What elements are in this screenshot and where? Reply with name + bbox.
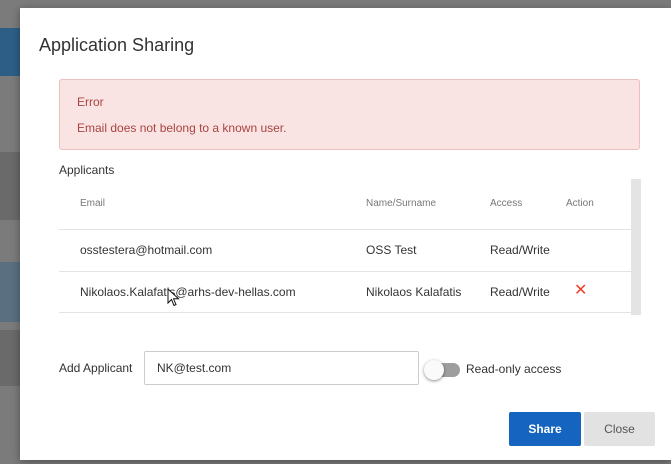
share-button[interactable]: Share [509,412,581,446]
backdrop-top [0,0,671,8]
backdrop-strip [0,262,20,322]
applicant-access: Read/Write [490,243,550,257]
backdrop-strip [0,152,20,220]
alert-message: Email does not belong to a known user. [77,121,287,135]
applicant-name: OSS Test [366,243,417,257]
backdrop-strip [0,330,20,386]
add-applicant-input[interactable] [144,351,419,385]
applicant-email: Nikolaos.Kalafatis@arhs-dev-hellas.com [80,285,296,299]
error-alert: Error Email does not belong to a known u… [59,79,640,150]
applicants-table-body: Email Name/Surname Access Action osstest… [59,179,631,315]
table-scrollbar[interactable] [631,179,641,315]
alert-title: Error [77,95,104,109]
readonly-toggle[interactable] [424,360,460,380]
mouse-pointer-icon [167,288,180,307]
sharing-dialog: Application Sharing Error Email does not… [20,8,671,460]
applicant-email: osstestera@hotmail.com [80,243,213,257]
table-row: Nikolaos.Kalafatis@arhs-dev-hellas.com N… [59,271,631,313]
column-header-email: Email [80,198,106,209]
toggle-knob [424,360,444,380]
applicants-table: Email Name/Surname Access Action osstest… [59,179,641,315]
applicant-access: Read/Write [490,285,550,299]
column-header-access: Access [490,198,523,209]
backdrop-strip [0,28,20,76]
column-header-action: Action [566,198,594,209]
applicants-label: Applicants [59,163,115,177]
readonly-toggle-label: Read-only access [466,362,562,376]
add-applicant-label: Add Applicant [59,361,133,375]
dialog-title: Application Sharing [39,35,195,55]
close-button[interactable]: Close [584,412,655,446]
table-row: osstestera@hotmail.com OSS Test Read/Wri… [59,229,631,271]
applicant-name: Nikolaos Kalafatis [366,285,462,299]
close-icon[interactable]: ✕ [574,282,587,300]
column-header-name: Name/Surname [366,198,437,209]
